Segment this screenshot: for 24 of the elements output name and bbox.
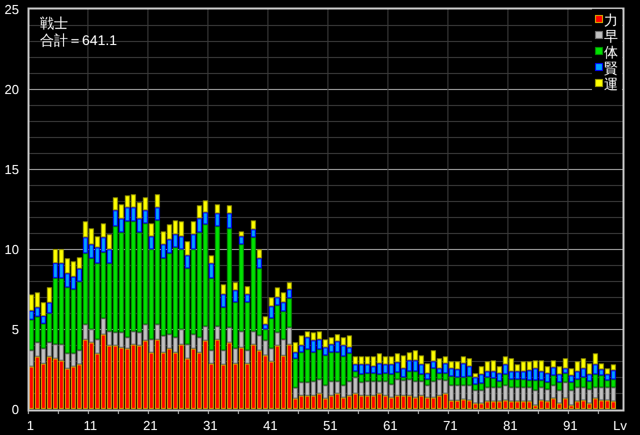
legend-label: 体 [604,44,618,60]
x-tick-label: 91 [563,418,578,433]
x-tick-label: 61 [383,418,398,433]
y-tick-label: 15 [4,162,19,177]
legend-label: 力 [604,12,618,28]
x-tick-label: 31 [203,418,218,433]
x-tick-label: 1 [26,418,34,433]
axis-label: Lv [613,418,627,433]
y-tick-label: 5 [12,322,19,337]
legend-label: 運 [604,76,618,92]
legend-label: 賢 [604,60,618,76]
y-tick-label: 10 [4,242,19,257]
x-tick-label: 11 [84,418,98,433]
x-tick-label: 71 [443,418,458,433]
x-tick-label: 21 [143,418,158,433]
y-tick-label: 0 [12,402,19,417]
total-label: 合計＝641.1 [40,32,118,48]
y-tick-label: 20 [4,82,19,97]
chart-title: 戦士 [40,15,68,31]
legend-label: 早 [604,28,618,44]
x-tick-label: 41 [263,418,278,433]
x-tick-label: 81 [503,418,518,433]
x-tick-label: 51 [323,418,338,433]
y-tick-label: 25 [4,2,19,17]
